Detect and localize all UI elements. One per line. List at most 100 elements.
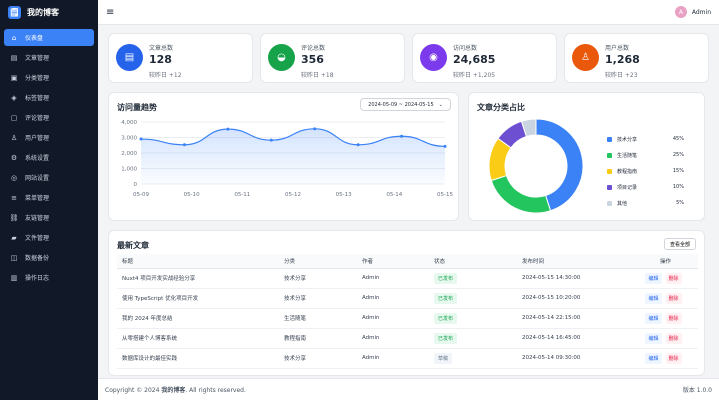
delete-button[interactable]: 删除 (665, 332, 682, 344)
sidebar-item-11[interactable]: ◫ 数据备份 (4, 249, 94, 266)
legend-row: 生活随笔 25% (607, 147, 684, 163)
table-header-4: 发布时间 (522, 254, 633, 269)
table-cell-title: 我的 2024 年度总结 (117, 308, 284, 329)
legend-name: 生活随笔 (617, 152, 638, 159)
table-cell-author: Admin (362, 348, 434, 369)
visits-data-point (313, 127, 317, 131)
legend-percent: 25% (672, 152, 684, 158)
table-cell-title: 使用 TypeScript 优化项目开发 (117, 288, 284, 309)
legend-swatch (607, 136, 612, 142)
table-cell-author: Admin (362, 308, 434, 329)
sidebar-item-label: 友链管理 (25, 215, 50, 222)
category-donut-chart (488, 118, 584, 214)
table-cell-status: 已发布 (434, 288, 522, 309)
footer: Copyright © 2024 我的博客. All rights reserv… (98, 378, 719, 400)
sidebar-item-4[interactable]: ▢ 评论管理 (4, 109, 94, 126)
sidebar-item-1[interactable]: ▤ 文章管理 (4, 49, 94, 66)
user-menu[interactable]: A Admin (674, 6, 711, 18)
edit-button[interactable]: 编辑 (645, 332, 662, 344)
sidebar-item-8[interactable]: ≡ 菜单管理 (4, 189, 94, 206)
visits-data-point (356, 143, 360, 147)
sidebar-item-icon: ≡ (11, 193, 17, 202)
x-tick-label: 05-09 (133, 192, 149, 198)
sidebar-item-10[interactable]: ▰ 文件管理 (4, 229, 94, 246)
sidebar-item-5[interactable]: ♙ 用户管理 (4, 129, 94, 146)
blog-logo-icon: 🗒 (8, 6, 21, 19)
sidebar-item-2[interactable]: ▣ 分类管理 (4, 69, 94, 86)
stat-value: 24,685 (453, 53, 496, 66)
legend-swatch (607, 184, 612, 190)
y-tick-label: 3,000 (121, 136, 137, 142)
sidebar-item-label: 网站设置 (25, 175, 50, 182)
delete-button[interactable]: 删除 (665, 272, 682, 284)
visits-data-point (139, 137, 143, 141)
delete-button[interactable]: 删除 (665, 352, 682, 364)
sidebar-item-7[interactable]: ◎ 网站设置 (4, 169, 94, 186)
y-tick-label: 2,000 (121, 151, 137, 157)
sidebar-item-12[interactable]: ▥ 操作日志 (4, 269, 94, 286)
sidebar-item-icon: ▰ (11, 233, 17, 242)
table-header-row: 标题 分类 作者 状态 发布时间 操作 (117, 254, 698, 269)
sidebar-item-icon: ⛓ (9, 213, 19, 222)
table-header-0: 标题 (117, 254, 284, 269)
status-badge: 已发布 (434, 332, 458, 344)
menu-icon[interactable]: ≡ (106, 7, 114, 18)
sidebar-item-label: 标签管理 (25, 95, 50, 102)
sidebar-item-0[interactable]: ⌂ 仪表盘 (4, 29, 94, 46)
recent-articles-table: 标题 分类 作者 状态 发布时间 操作 Nuxt4 项目开发实战经验分享 技术分享 Admin… (117, 254, 698, 369)
status-badge: 已发布 (434, 312, 458, 324)
table-cell-status: 已发布 (434, 308, 522, 329)
sidebar-item-icon: ▢ (10, 113, 18, 122)
x-tick-label: 05-11 (234, 192, 250, 198)
table-row: 数据库设计的最佳实践 技术分享 Admin 草稿 2024-05-14 09:30:00… (117, 348, 698, 369)
legend-swatch (607, 152, 612, 158)
table-cell-time: 2024-05-14 22:15:00 (522, 308, 633, 329)
legend-name: 项目记录 (617, 184, 638, 191)
copyright: Copyright © 2024 我的博客. All rights reserv… (105, 385, 246, 394)
stat-title: 访问总数 (453, 45, 478, 52)
table-cell-status: 草稿 (434, 348, 522, 369)
delete-button[interactable]: 删除 (665, 292, 682, 304)
legend-percent: 10% (672, 184, 684, 190)
x-tick-label: 05-14 (386, 192, 402, 198)
stat-icon: ◒ (268, 44, 295, 71)
table-header-5: 操作 (633, 254, 698, 269)
sidebar-item-6[interactable]: ⚙ 系统设置 (4, 149, 94, 166)
date-range-select[interactable]: 2024-05-09 ~ 2024-05-15 ⌄ (360, 98, 451, 111)
app-logo[interactable]: 🗒 我的博客 (0, 0, 98, 25)
sidebar-item-icon: ▤ (10, 53, 18, 62)
edit-button[interactable]: 编辑 (645, 352, 662, 364)
legend-name: 技术分享 (617, 136, 638, 143)
visits-data-point (443, 144, 447, 148)
stat-icon: ▤ (116, 44, 143, 71)
y-tick-label: 1,000 (121, 167, 137, 173)
stat-card: ▤ 文章总数 128 较昨日 +12 (108, 33, 253, 83)
legend-name: 教程指南 (617, 168, 638, 175)
topbar: ≡ A Admin (98, 0, 719, 25)
edit-button[interactable]: 编辑 (645, 312, 662, 324)
visits-area-fill (141, 128, 445, 184)
sidebar-item-9[interactable]: ⛓ 友链管理 (4, 209, 94, 226)
sidebar-item-label: 菜单管理 (25, 195, 50, 202)
legend-percent: 5% (676, 200, 684, 206)
stat-card: ◉ 访问总数 24,685 较昨日 +1,205 (412, 33, 557, 83)
sidebar-item-icon: ◎ (10, 173, 18, 182)
visits-area-chart: 4,000 3,000 2,000 1,000 0 05-09 05-10 05-11 05-1… (121, 120, 453, 198)
sidebar-item-3[interactable]: ◈ 标签管理 (4, 89, 94, 106)
sidebar-item-label: 分类管理 (25, 75, 50, 82)
edit-button[interactable]: 编辑 (645, 292, 662, 304)
table-cell-title: 数据库设计的最佳实践 (117, 348, 284, 369)
view-all-button[interactable]: 查看全部 (663, 238, 696, 250)
version: 版本 1.0.0 (682, 387, 712, 394)
recent-articles-card: 最新文章 查看全部 标题 分类 作者 状态 发布时间 操作 Nuxt4 项目开发实战经验分… (108, 230, 705, 376)
table-cell-actions: 编辑 删除 (633, 308, 698, 329)
delete-button[interactable]: 删除 (665, 312, 682, 324)
table-cell-actions: 编辑 删除 (633, 328, 698, 349)
stat-value: 356 (301, 53, 324, 66)
sidebar-item-label: 文件管理 (25, 235, 50, 242)
legend-row: 项目记录 10% (607, 179, 684, 195)
sidebar-item-label: 数据备份 (25, 255, 50, 262)
sidebar-item-icon: ♙ (10, 133, 18, 142)
edit-button[interactable]: 编辑 (645, 272, 662, 284)
table-cell-title: Nuxt4 项目开发实战经验分享 (117, 268, 284, 289)
